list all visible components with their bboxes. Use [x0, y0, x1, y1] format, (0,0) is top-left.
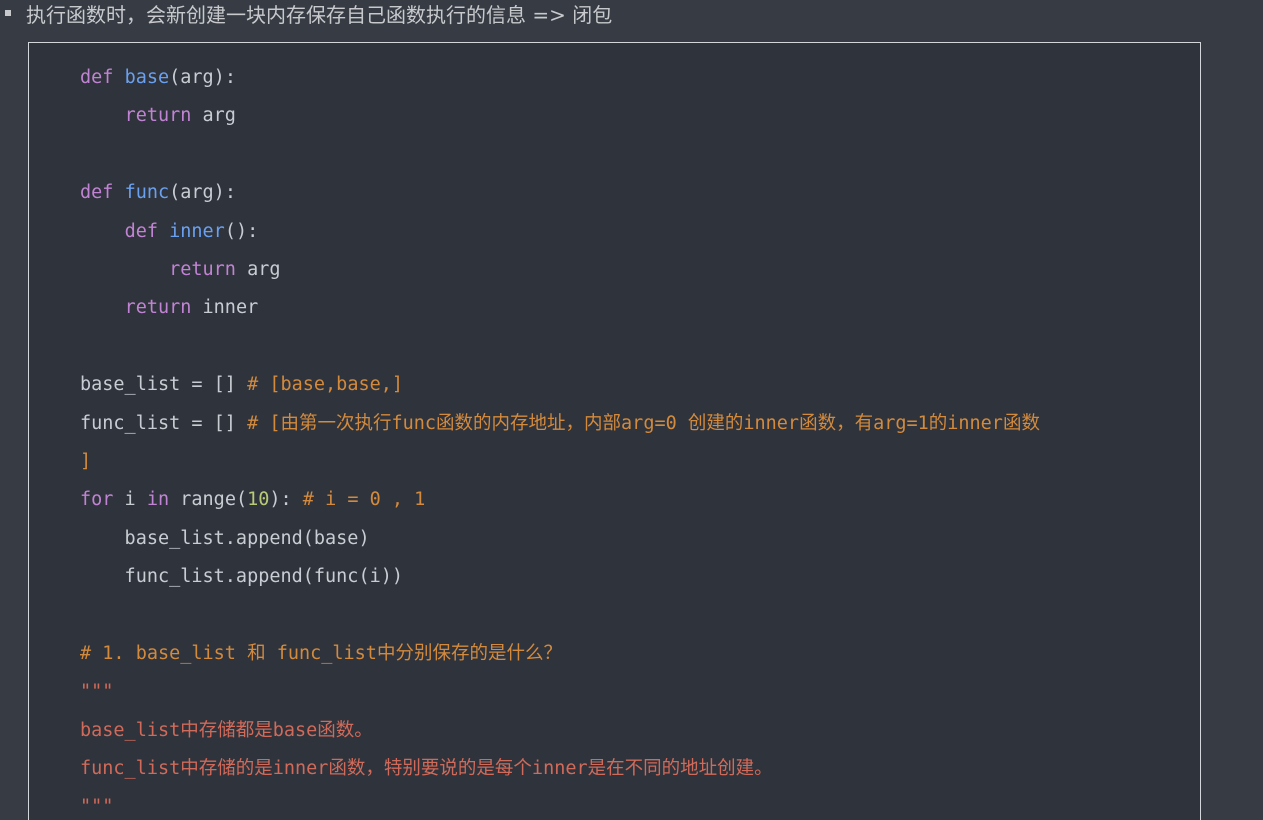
code-token: base_list中存储都是base函数。 [80, 719, 373, 741]
code-line: base_list = [] # [base,base,] [80, 366, 1040, 404]
code-token: ] [80, 450, 92, 472]
code-token: (arg): [169, 182, 236, 204]
code-token: base [124, 67, 170, 88]
code-token: func_list.append(func(i)) [80, 566, 404, 588]
code-line: func_list中存储的是inner函数，特别要说的是每个inner是在不同的… [80, 750, 1040, 788]
code-token: i [113, 489, 147, 511]
code-token: ( [235, 489, 248, 511]
code-token: def [124, 220, 158, 242]
code-token: 10 [247, 489, 270, 511]
code-token: base_list = [] [80, 374, 248, 396]
code-line: func_list.append(func(i)) [80, 558, 1040, 596]
code-token: # [由第一次执行func函数的内存地址，内部arg=0 创建的inner函数，… [247, 412, 1040, 434]
code-line: base_list中存储都是base函数。 [80, 712, 1040, 750]
code-token: # [base,base,] [247, 374, 404, 396]
code-token: arg [191, 105, 236, 127]
code-line: # 1. base_list 和 func_list中分别保存的是什么？ [80, 635, 1040, 673]
code-token: func_list中存储的是inner函数，特别要说的是每个inner是在不同的… [80, 758, 773, 780]
code-token: """ [80, 796, 114, 818]
code-token: return [124, 105, 192, 127]
code-token: # 1. base_list 和 func_list中分别保存的是什么？ [80, 642, 562, 664]
code-token: inner [169, 220, 225, 242]
code-line: for i in range(10): # i = 0 , 1 [80, 481, 1040, 519]
code-line: def base(arg): [80, 59, 1040, 97]
code-token: return [124, 297, 192, 319]
code-line: func_list = [] # [由第一次执行func函数的内存地址，内部ar… [80, 405, 1040, 443]
code-line: def func(arg): [80, 174, 1040, 212]
code-line: base_list.append(base) [80, 520, 1040, 558]
code-line: return inner [80, 289, 1040, 327]
code-token: # i = 0 , 1 [302, 489, 426, 511]
code-token: ): [269, 489, 303, 511]
code-token: """ [80, 681, 114, 703]
code-token: (arg): [169, 67, 236, 88]
code-token: func_list = [] [80, 412, 248, 434]
code-token: range [169, 489, 236, 511]
code-block[interactable]: def base(arg): return arg def func(arg): … [28, 42, 1201, 820]
bullet-icon [5, 10, 11, 16]
code-line: return arg [80, 251, 1040, 289]
code-token: return [169, 258, 236, 280]
code-line: """ [80, 673, 1040, 711]
code-line: return arg [80, 97, 1040, 135]
code-token: def [80, 182, 114, 204]
code-token: (): [224, 220, 259, 242]
code-line: """ [80, 788, 1040, 820]
code-token: in [146, 489, 170, 511]
code-token: arg [235, 258, 281, 280]
code-token: for [80, 489, 114, 511]
code-line: ] [80, 443, 1040, 481]
code-line: def inner(): [80, 213, 1040, 251]
bullet-text: 执行函数时，会新创建一块内存保存自己函数执行的信息 => 闭包 [26, 2, 613, 27]
code-token: base_list.append(base) [80, 527, 370, 549]
code-token: inner [191, 297, 259, 319]
code-token: def [80, 67, 114, 88]
code-token: func [124, 182, 170, 204]
code-content: def base(arg): return arg def func(arg): … [80, 59, 1040, 820]
bullet-item: 执行函数时，会新创建一块内存保存自己函数执行的信息 => 闭包 [0, 0, 613, 27]
